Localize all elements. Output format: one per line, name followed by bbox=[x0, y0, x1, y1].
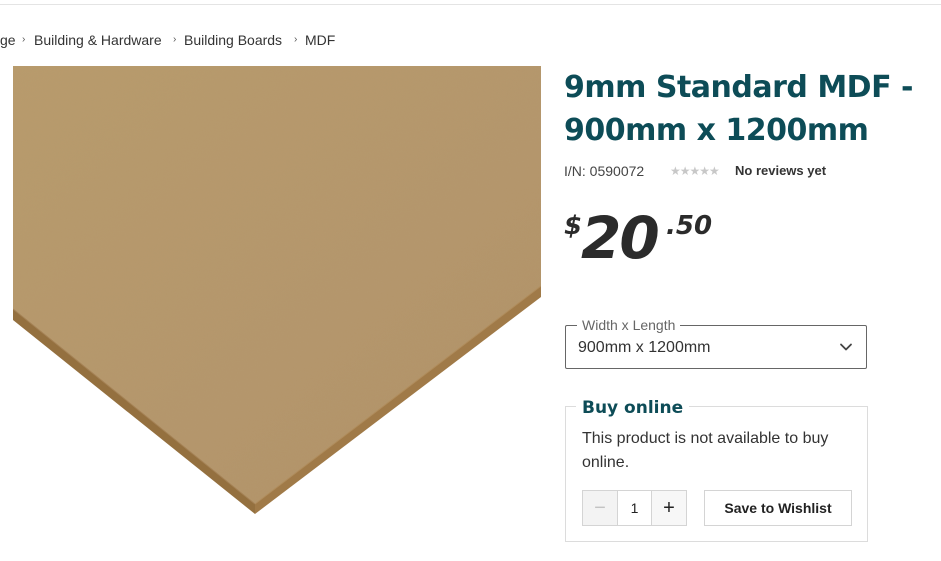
save-to-wishlist-button[interactable]: Save to Wishlist bbox=[704, 490, 852, 526]
buy-online-message: This product is not available to buy onl… bbox=[582, 430, 829, 471]
rating-stars-icon[interactable]: ★★★★★ bbox=[670, 163, 720, 179]
price-currency: $ bbox=[564, 211, 583, 241]
breadcrumb-item-building-hardware[interactable]: Building & Hardware bbox=[34, 31, 162, 49]
reviews-link[interactable]: No reviews yet bbox=[735, 163, 826, 179]
variant-select-value: 900mm x 1200mm bbox=[578, 339, 711, 356]
breadcrumb-separator-icon: › bbox=[173, 34, 177, 45]
quantity-input[interactable] bbox=[618, 491, 651, 525]
quantity-increase-button[interactable]: + bbox=[651, 491, 686, 525]
breadcrumb-item-mdf[interactable]: MDF bbox=[305, 31, 335, 49]
item-number: I/N: 0590072 bbox=[564, 163, 645, 179]
breadcrumb-item-garage[interactable]: ge bbox=[0, 31, 16, 49]
breadcrumb-item-building-boards[interactable]: Building Boards bbox=[184, 31, 282, 49]
price-dollars: 20 bbox=[581, 204, 660, 272]
variant-select[interactable]: Width x Length 900mm x 1200mm bbox=[565, 317, 867, 369]
breadcrumb-separator-icon: › bbox=[22, 34, 26, 45]
quantity-decrease-button[interactable]: − bbox=[583, 491, 618, 525]
breadcrumb-separator-icon: › bbox=[294, 34, 298, 45]
top-divider bbox=[0, 4, 941, 5]
chevron-down-icon[interactable] bbox=[839, 340, 853, 354]
price-cents: .50 bbox=[666, 211, 713, 241]
variant-select-label: Width x Length bbox=[577, 317, 681, 333]
buy-online-title: Buy online bbox=[576, 398, 690, 418]
buy-online-card: Buy online This product is not available… bbox=[565, 398, 868, 542]
quantity-stepper: − + bbox=[582, 490, 687, 526]
product-title: 9mm Standard MDF - 900mm x 1200mm bbox=[564, 70, 913, 148]
product-image bbox=[13, 66, 541, 514]
